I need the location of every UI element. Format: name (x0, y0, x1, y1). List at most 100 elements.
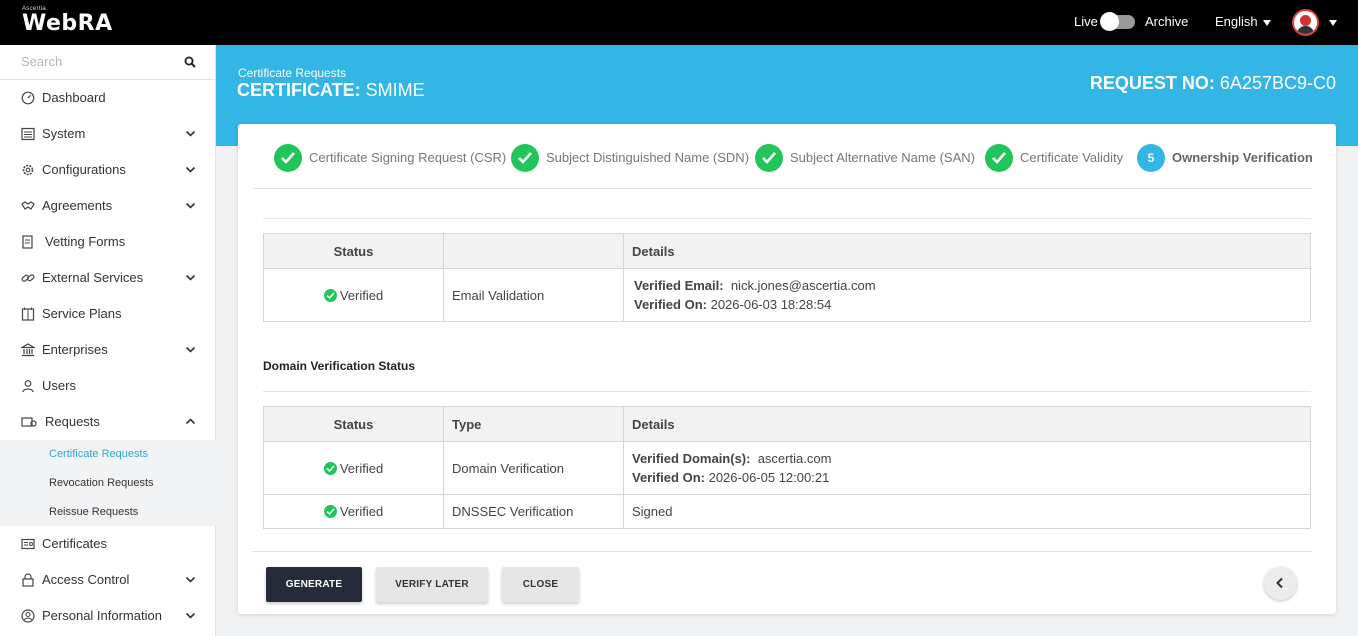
table-row: Verified DNSSEC Verification Signed (263, 494, 1311, 529)
sidebar-item-system[interactable]: System (0, 116, 216, 152)
email-verification-table: Status Details Verified Email Validation… (263, 233, 1311, 322)
certificate-icon (21, 538, 35, 550)
check-circle-icon (323, 461, 337, 475)
request-number: REQUEST NO: 6A257BC9-C0 (1090, 73, 1336, 94)
system-icon (21, 127, 35, 141)
wizard-steps: Certificate Signing Request (CSR) Subjec… (252, 124, 1313, 189)
status-cell: Verified (263, 494, 444, 529)
sidebar-item-label: Dashboard (42, 90, 106, 105)
sidebar-item-label: Vetting Forms (45, 234, 126, 249)
sidebar-item-configurations[interactable]: Configurations (0, 152, 216, 188)
avatar[interactable] (1292, 9, 1319, 36)
archive-label: Archive (1145, 14, 1189, 29)
logo-brand-main: WebRA (22, 11, 113, 36)
sidebar-item-personal-information[interactable]: Personal Information (0, 598, 216, 634)
breadcrumb[interactable]: Certificate Requests (238, 66, 346, 80)
sidebar-item-external-services[interactable]: External Services (0, 260, 216, 296)
chevron-down-icon (185, 130, 196, 137)
detail-value: ascertia.com (757, 451, 832, 466)
sidebar-subitem-certificate-requests[interactable]: Certificate Requests (49, 448, 148, 460)
column-header: Status (263, 233, 444, 269)
sidebar-item-agreements[interactable]: Agreements (0, 188, 216, 224)
step-label: Ownership Verification (1172, 150, 1313, 165)
sidebar-item-label: Certificates (42, 536, 108, 551)
verify-later-button[interactable]: VERIFY LATER (376, 567, 488, 602)
language-selector[interactable]: English (1215, 14, 1271, 29)
sidebar-item-requests[interactable]: Requests (0, 404, 216, 440)
sidebar-item-label: External Services (42, 270, 144, 285)
table-header-row: Status Details (263, 233, 1311, 269)
table-row: Verified Domain Verification Verified Do… (263, 441, 1311, 495)
step-complete-icon (511, 144, 539, 172)
sidebar-search (0, 45, 216, 80)
sidebar-item-access-control[interactable]: Access Control (0, 562, 216, 598)
sidebar-item-enterprises[interactable]: Enterprises (0, 332, 216, 368)
link-icon (21, 274, 35, 282)
sidebar: Dashboard System Configurations Agreemen… (0, 45, 216, 636)
plans-icon (21, 307, 35, 321)
sidebar-item-service-plans[interactable]: Service Plans (0, 296, 216, 332)
step-label: Subject Distinguished Name (SDN) (546, 150, 750, 165)
page-title-value: SMIME (365, 80, 425, 100)
type-cell: Domain Verification (443, 441, 624, 495)
status-text: Verified (339, 504, 384, 519)
app-logo[interactable]: Ascertia WebRA (22, 6, 113, 36)
chevron-down-icon (185, 166, 196, 173)
page-title-prefix: CERTIFICATE: (237, 80, 361, 100)
request-card: Certificate Signing Request (CSR) Subjec… (238, 124, 1336, 614)
step-complete-icon (274, 144, 302, 172)
chevron-left-icon (1276, 577, 1283, 589)
detail-line: Verified Email: nick.jones@ascertia.com (634, 276, 1302, 295)
details-cell: Verified Domain(s): ascertia.com Verifie… (623, 441, 1311, 495)
live-label: Live (1074, 14, 1098, 29)
sidebar-item-label: Users (42, 378, 76, 393)
page-title: CERTIFICATE: SMIME (237, 80, 425, 101)
chevron-down-icon (185, 274, 196, 281)
status-text: Verified (339, 287, 384, 303)
request-number-value: 6A257BC9-C0 (1219, 73, 1336, 93)
step-complete-icon (755, 144, 783, 172)
step-number-badge: 5 (1137, 144, 1165, 172)
sidebar-subitem-revocation-requests[interactable]: Revocation Requests (49, 477, 154, 489)
bank-icon (21, 343, 35, 357)
type-cell: DNSSEC Verification (443, 494, 624, 529)
chevron-down-icon (185, 202, 196, 209)
column-header: Details (623, 233, 1311, 269)
detail-line: Verified Domain(s): ascertia.com (632, 449, 1302, 468)
sidebar-item-label: Personal Information (42, 608, 162, 623)
details-cell: Verified Email: nick.jones@ascertia.com … (623, 268, 1311, 322)
detail-label: Verified Domain(s): (632, 451, 751, 466)
detail-value: nick.jones@ascertia.com (730, 278, 876, 293)
form-icon (22, 235, 33, 249)
details-cell: Signed (623, 494, 1311, 529)
check-circle-icon (323, 505, 337, 518)
detail-value: 2026-06-03 18:28:54 (710, 297, 832, 312)
step-label: Certificate Validity (1020, 150, 1124, 165)
search-icon[interactable] (184, 56, 196, 68)
column-header: Status (263, 406, 444, 442)
dashboard-icon (21, 91, 35, 105)
sidebar-subitem-reissue-requests[interactable]: Reissue Requests (49, 506, 138, 518)
close-button[interactable]: CLOSE (502, 567, 579, 602)
sidebar-item-label: Service Plans (42, 306, 122, 321)
sidebar-item-vetting-forms[interactable]: Vetting Forms (0, 224, 216, 260)
generate-button[interactable]: GENERATE (266, 567, 362, 602)
back-button[interactable] (1264, 567, 1297, 600)
user-menu-caret-icon[interactable] (1329, 20, 1337, 26)
toggle-knob (1100, 12, 1119, 31)
sidebar-item-certificates[interactable]: Certificates (0, 526, 216, 562)
sidebar-item-users[interactable]: Users (0, 368, 216, 404)
divider (263, 218, 1311, 219)
live-archive-toggle[interactable] (1100, 12, 1135, 31)
requests-submenu: Certificate Requests Revocation Requests… (0, 440, 216, 526)
avatar-face (1300, 15, 1311, 26)
search-input[interactable] (21, 54, 181, 69)
chevron-up-icon (185, 418, 196, 425)
step-label: Subject Alternative Name (SAN) (790, 150, 975, 165)
column-header: Details (623, 406, 1311, 442)
detail-line: Verified On: 2026-06-05 12:00:21 (632, 468, 1302, 487)
gear-icon (22, 164, 34, 176)
requests-icon (21, 417, 37, 427)
caret-down-icon (1262, 19, 1271, 26)
sidebar-item-dashboard[interactable]: Dashboard (0, 80, 216, 116)
